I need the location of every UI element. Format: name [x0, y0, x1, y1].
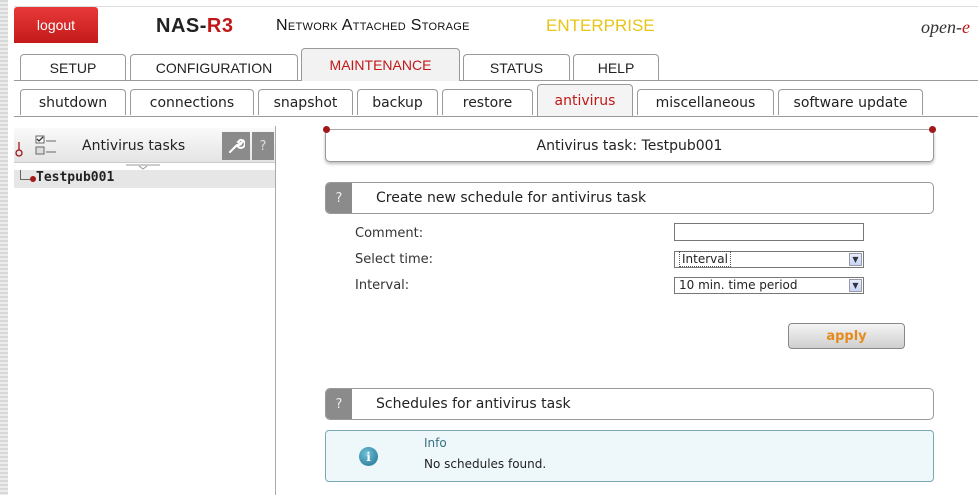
tab-configuration[interactable]: CONFIGURATION: [130, 54, 298, 80]
task-title-box: Antivirus task: Testpub001: [323, 126, 936, 162]
wrench-icon: [229, 138, 245, 153]
subtab-connections[interactable]: connections: [130, 89, 254, 115]
tree-item-label: Testpub001: [36, 170, 115, 185]
tree-connector: [20, 170, 30, 180]
create-schedule-title: Create new schedule for antivirus task: [376, 190, 647, 206]
chevron-down-icon[interactable]: ▼: [849, 279, 862, 292]
task-list-icon: [35, 135, 56, 155]
subtab-software-update[interactable]: software update: [778, 89, 923, 115]
logout-button[interactable]: logout: [14, 7, 98, 43]
page-title: Antivirus task: Testpub001: [536, 138, 723, 154]
select-time-value: Interval: [679, 251, 731, 267]
info-message-box: i Info No schedules found.: [325, 430, 934, 482]
comment-label: Comment:: [355, 226, 424, 241]
logo-main: open-: [921, 17, 962, 37]
brand-suffix: R3: [206, 15, 234, 37]
tree-item[interactable]: Testpub001: [14, 170, 275, 188]
subtab-backup[interactable]: backup: [357, 89, 438, 115]
select-time-dropdown[interactable]: Interval ▼: [674, 251, 864, 268]
left-gutter: [0, 0, 8, 495]
left-help-button[interactable]: ?: [252, 132, 274, 160]
comment-input[interactable]: [674, 223, 864, 241]
interval-label: Interval:: [355, 278, 410, 293]
tab-maintenance[interactable]: MAINTENANCE: [301, 48, 460, 81]
create-schedule-header: ? Create new schedule for antivirus task: [325, 182, 934, 214]
chevron-down-icon[interactable]: ▼: [849, 253, 862, 266]
info-icon: i: [359, 447, 378, 466]
subtab-miscellaneous[interactable]: miscellaneous: [637, 89, 774, 115]
edition-label: ENTERPRISE: [546, 16, 655, 35]
info-message: No schedules found.: [424, 457, 547, 471]
open-e-logo: open-e: [921, 17, 970, 38]
create-help-button[interactable]: ?: [326, 183, 352, 213]
subtab-snapshot[interactable]: snapshot: [258, 89, 353, 115]
select-time-label: Select time:: [355, 252, 433, 267]
title-box-left-dot: [323, 126, 330, 133]
antivirus-tasks-header: Antivirus tasks ?: [14, 128, 275, 170]
app-header: logout NAS-R3 Network Attached Storage E…: [14, 6, 978, 43]
title-box-right-dot: [929, 126, 936, 133]
schedules-help-button[interactable]: ?: [326, 389, 352, 419]
brand-name: NAS-R3: [156, 15, 233, 38]
pin-icon: [15, 142, 23, 157]
interval-value: 10 min. time period: [679, 278, 798, 292]
wrench-button[interactable]: [222, 132, 250, 160]
apply-button[interactable]: apply: [788, 323, 905, 349]
left-panel: Antivirus tasks ? Testpub001: [14, 126, 276, 495]
logo-e: e: [962, 17, 970, 37]
schedules-title: Schedules for antivirus task: [376, 396, 571, 412]
antivirus-tasks-title: Antivirus tasks: [82, 138, 186, 154]
subtab-restore[interactable]: restore: [442, 89, 533, 115]
sub-tabs: shutdown connections snapshot backup res…: [14, 84, 978, 117]
subtab-antivirus[interactable]: antivirus: [537, 84, 633, 116]
tab-status[interactable]: STATUS: [463, 54, 570, 80]
interval-dropdown[interactable]: 10 min. time period ▼: [674, 277, 864, 294]
info-title: Info: [424, 436, 447, 450]
schedules-header: ? Schedules for antivirus task: [325, 388, 934, 420]
product-name: Network Attached Storage: [276, 17, 470, 34]
tab-setup[interactable]: SETUP: [20, 54, 126, 80]
tab-help[interactable]: HELP: [573, 54, 659, 80]
main-tabs: SETUP CONFIGURATION MAINTENANCE STATUS H…: [14, 48, 978, 81]
subtab-shutdown[interactable]: shutdown: [20, 89, 126, 115]
brand-prefix: NAS-: [156, 15, 207, 37]
